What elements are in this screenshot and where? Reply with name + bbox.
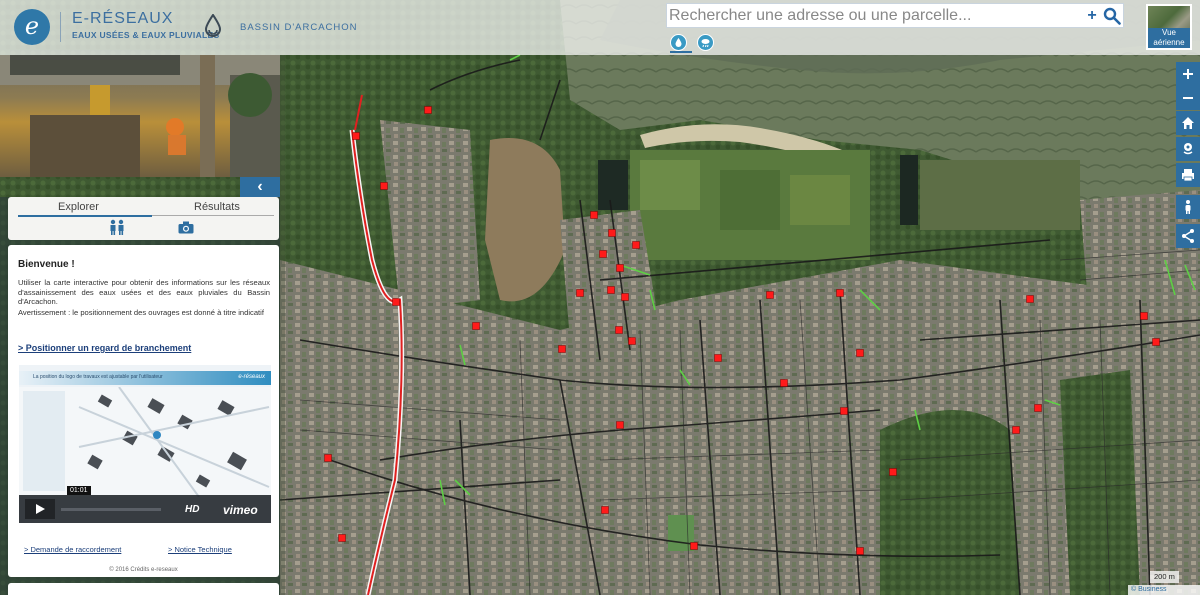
manhole-marker[interactable]	[628, 337, 636, 345]
manhole-marker[interactable]	[836, 289, 844, 297]
drop-icon	[675, 38, 682, 47]
video-caption: La position du logo de travaux est ajust…	[33, 374, 163, 380]
minus-icon	[1183, 97, 1193, 99]
location-pin-icon	[1183, 143, 1193, 155]
vimeo-logo[interactable]: vimeo	[223, 503, 258, 517]
print-button[interactable]	[1176, 163, 1200, 187]
manhole-marker[interactable]	[352, 132, 360, 140]
manhole-marker[interactable]	[472, 322, 480, 330]
manhole-marker[interactable]	[424, 106, 432, 114]
active-layer-indicator	[670, 51, 692, 53]
welcome-title: Bienvenue !	[18, 259, 75, 270]
manhole-marker[interactable]	[392, 298, 400, 306]
search-bar: +	[666, 3, 1124, 28]
tab-underline	[152, 215, 274, 216]
collapse-panel-button[interactable]: ‹	[240, 177, 280, 197]
active-tab-underline	[18, 215, 152, 217]
manhole-marker[interactable]	[601, 506, 609, 514]
manhole-marker[interactable]	[615, 326, 623, 334]
manhole-marker[interactable]	[856, 349, 864, 357]
zoom-out-button[interactable]	[1176, 86, 1200, 110]
manhole-marker[interactable]	[607, 286, 615, 294]
search-input[interactable]	[669, 6, 1073, 26]
brand-subtitle: EAUX USÉES & EAUX PLUVIALES	[72, 30, 220, 40]
manhole-marker[interactable]	[1152, 338, 1160, 346]
manhole-marker[interactable]	[1026, 295, 1034, 303]
partner-label: BASSIN D'ARCACHON	[240, 22, 358, 33]
manhole-marker[interactable]	[856, 547, 864, 555]
manhole-marker[interactable]	[1140, 312, 1148, 320]
tutorial-video[interactable]: La position du logo de travaux est ajust…	[19, 365, 271, 523]
brand-title: E-RÉSEAUX	[72, 10, 174, 27]
map-scale: 200 m	[1150, 571, 1179, 583]
manhole-marker[interactable]	[889, 468, 897, 476]
people-icon[interactable]	[108, 219, 126, 235]
manhole-marker[interactable]	[840, 407, 848, 415]
water-drop-icon	[204, 14, 222, 37]
manhole-marker[interactable]	[616, 264, 624, 272]
person-icon	[1185, 200, 1191, 214]
manhole-marker[interactable]	[324, 454, 332, 462]
video-controls: HD vimeo	[19, 495, 271, 523]
side-panel: Explorer Résultats Bienvenue ! Utiliser …	[0, 197, 280, 595]
share-icon	[1182, 229, 1194, 243]
plus-icon	[1183, 69, 1193, 79]
street-view-button[interactable]	[1176, 195, 1200, 219]
manhole-marker[interactable]	[599, 250, 607, 258]
basemap-toggle-label: Vue aérienne	[1148, 28, 1190, 48]
manhole-marker[interactable]	[1034, 404, 1042, 412]
video-brand: e-réseaux	[238, 374, 265, 380]
warning-text: Avertissement : le positionnement des ou…	[18, 308, 264, 317]
manhole-marker[interactable]	[1012, 426, 1020, 434]
next-card	[8, 583, 279, 595]
rainwater-layer-button[interactable]	[697, 34, 714, 51]
construction-photo	[0, 55, 280, 177]
printer-icon	[1182, 169, 1194, 182]
tab-explorer[interactable]: Explorer	[58, 201, 99, 215]
manhole-marker[interactable]	[608, 229, 616, 237]
manhole-marker[interactable]	[714, 354, 722, 362]
manhole-marker[interactable]	[616, 421, 624, 429]
play-button[interactable]	[25, 499, 55, 519]
manhole-marker[interactable]	[632, 241, 640, 249]
video-time: 01:01	[67, 486, 91, 495]
manhole-marker[interactable]	[558, 345, 566, 353]
manhole-marker[interactable]	[621, 293, 629, 301]
play-icon	[36, 504, 45, 514]
position-manhole-link[interactable]: > Positionner un regard de branchement	[18, 343, 191, 353]
manhole-marker[interactable]	[380, 182, 388, 190]
hero-photo	[0, 55, 280, 177]
tab-resultats[interactable]: Résultats	[194, 201, 240, 215]
connection-request-link[interactable]: > Demande de raccordement	[24, 545, 121, 554]
search-icon[interactable]	[1103, 7, 1121, 25]
technical-notice-link[interactable]: > Notice Technique	[168, 545, 232, 554]
hd-toggle[interactable]: HD	[185, 504, 199, 515]
e-reseaux-logo[interactable]: e	[14, 9, 50, 45]
panel-tabs: Explorer Résultats	[8, 197, 279, 240]
home-button[interactable]	[1176, 111, 1200, 135]
add-search-button[interactable]: +	[1085, 6, 1099, 26]
basemap-toggle[interactable]: Vue aérienne	[1146, 4, 1192, 50]
welcome-card: Bienvenue ! Utiliser la carte interactiv…	[8, 245, 279, 577]
zoom-in-button[interactable]	[1176, 62, 1200, 86]
share-button[interactable]	[1176, 224, 1200, 248]
camera-icon[interactable]	[178, 221, 194, 234]
cloud-rain-icon	[701, 39, 710, 48]
home-icon	[1182, 117, 1194, 129]
manhole-marker[interactable]	[690, 542, 698, 550]
logo-divider	[60, 12, 61, 42]
manhole-marker[interactable]	[590, 211, 598, 219]
manhole-marker[interactable]	[576, 289, 584, 297]
video-progress[interactable]	[61, 508, 161, 511]
map-attribution[interactable]: © Business Geografic	[1128, 585, 1200, 595]
manhole-marker[interactable]	[766, 291, 774, 299]
manhole-marker[interactable]	[780, 379, 788, 387]
credits-text: © 2016 Crédits e-reseaux	[109, 567, 178, 573]
wastewater-layer-button[interactable]	[670, 34, 687, 51]
welcome-text: Utiliser la carte interactive pour obten…	[18, 278, 270, 307]
manhole-marker[interactable]	[338, 534, 346, 542]
video-map-frame	[19, 387, 271, 497]
locate-button[interactable]	[1176, 137, 1200, 161]
